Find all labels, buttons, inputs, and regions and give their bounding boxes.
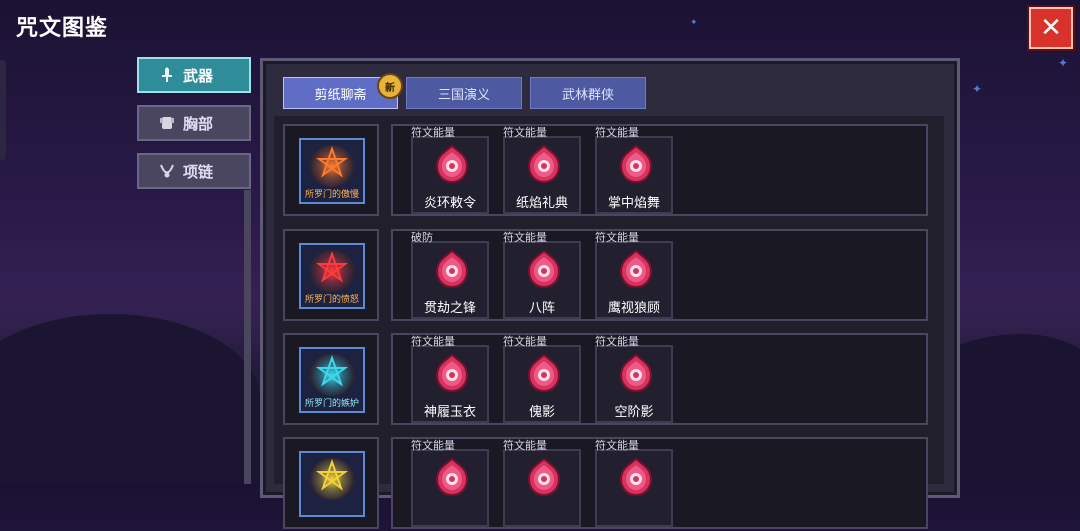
sigil-icon xyxy=(309,458,355,500)
rune-card[interactable]: 符文能量炎环敕令 xyxy=(411,126,489,214)
rune-card[interactable]: 符文能量傀影 xyxy=(503,335,581,423)
set-header[interactable]: 所罗门的嫉妒 xyxy=(283,333,379,425)
rune-type-label: 符文能量 xyxy=(503,439,547,452)
new-badge: 新 xyxy=(377,73,403,99)
rune-type-label: 符文能量 xyxy=(595,231,639,244)
rune-type-label: 符文能量 xyxy=(411,439,455,452)
set-emblem: 所罗门的傲慢 xyxy=(299,138,365,204)
subtab-three-kingdoms[interactable]: 三国演义 xyxy=(406,77,522,109)
rune-icon xyxy=(617,457,655,497)
pride-sigil-icon xyxy=(309,145,355,187)
rune-type-label: 符文能量 xyxy=(411,126,455,139)
piercing-edge-rune-icon xyxy=(433,249,471,289)
rune-name: 掌中焰舞 xyxy=(607,196,660,211)
rune-row: 所罗门的愤怒 破防 贯劫之锋 符文能量 八阵 符文能量 鹰视狼顾 xyxy=(283,225,928,323)
tab-weapon-label: 武器 xyxy=(183,66,214,85)
page-title: 咒文图鉴 xyxy=(16,16,109,41)
jade-robe-rune-icon xyxy=(433,353,471,393)
puppet-shadow-rune-icon xyxy=(525,353,563,393)
set-emblem: 所罗门的嫉妒 xyxy=(299,347,365,413)
rune-card[interactable]: 符文能量 xyxy=(411,439,489,527)
wrath-sigil-icon xyxy=(309,250,355,292)
tab-weapon[interactable]: 武器 xyxy=(137,57,251,93)
rune-type-label: 符文能量 xyxy=(411,335,455,348)
close-button[interactable]: ✕ xyxy=(1029,7,1073,49)
rune-card[interactable]: 破防贯劫之锋 xyxy=(411,231,489,319)
chest-armor-icon xyxy=(157,113,177,133)
rune-card[interactable]: 符文能量纸焰礼典 xyxy=(503,126,581,214)
void-step-rune-icon xyxy=(617,353,655,393)
tab-necklace-label: 项链 xyxy=(183,162,214,181)
rune-row: 所罗门的傲慢 符文能量 炎环敕令 符文能量 纸焰礼典 符文能量 掌中焰舞 xyxy=(283,120,928,218)
rune-card[interactable]: 符文能量 xyxy=(595,439,673,527)
set-emblem xyxy=(299,451,365,517)
rune-type-label: 符文能量 xyxy=(503,126,547,139)
rune-card-group: 破防 贯劫之锋 符文能量 八阵 符文能量 鹰视狼顾 xyxy=(391,229,928,321)
rune-card[interactable]: 符文能量空阶影 xyxy=(595,335,673,423)
tab-chest[interactable]: 胸部 xyxy=(137,105,251,141)
star-icon: ✦ xyxy=(690,18,698,28)
rune-name: 炎环敕令 xyxy=(423,196,476,211)
rune-type-label: 符文能量 xyxy=(503,231,547,244)
set-header[interactable]: 所罗门的傲慢 xyxy=(283,124,379,216)
hawk-gaze-rune-icon xyxy=(617,249,655,289)
rune-card[interactable]: 符文能量 xyxy=(503,439,581,527)
necklace-icon xyxy=(157,161,177,181)
set-name: 所罗门的愤怒 xyxy=(304,295,359,305)
rune-name: 八阵 xyxy=(528,301,555,316)
rune-name: 神履玉衣 xyxy=(423,405,476,420)
set-emblem: 所罗门的愤怒 xyxy=(299,243,365,309)
set-name: 所罗门的傲慢 xyxy=(304,190,359,200)
rune-type-label: 符文能量 xyxy=(595,335,639,348)
rune-name: 空阶影 xyxy=(614,405,654,420)
left-edge-handle xyxy=(0,60,6,160)
rune-type-label: 符文能量 xyxy=(595,126,639,139)
palm-flame-rune-icon xyxy=(617,144,655,184)
rune-icon xyxy=(525,457,563,497)
rune-name: 傀影 xyxy=(528,405,555,420)
envy-sigil-icon xyxy=(309,354,355,396)
rune-icon xyxy=(433,457,471,497)
rune-name: 纸焰礼典 xyxy=(515,196,568,211)
tab-chest-label: 胸部 xyxy=(183,114,214,133)
rune-card[interactable]: 符文能量掌中焰舞 xyxy=(595,126,673,214)
rune-card-group: 符文能量 炎环敕令 符文能量 纸焰礼典 符文能量 掌中焰舞 xyxy=(391,124,928,216)
set-name: 所罗门的嫉妒 xyxy=(304,399,359,409)
paper-flame-rune-icon xyxy=(525,144,563,184)
side-rail xyxy=(244,190,251,484)
rune-card[interactable]: 符文能量鹰视狼顾 xyxy=(595,231,673,319)
eight-formation-rune-icon xyxy=(525,249,563,289)
rune-type-label: 符文能量 xyxy=(503,335,547,348)
rune-type-label: 破防 xyxy=(411,231,433,244)
star-icon: ✦ xyxy=(1058,56,1069,70)
set-header[interactable]: 所罗门的愤怒 xyxy=(283,229,379,321)
rune-row: 所罗门的嫉妒 符文能量 神履玉衣 符文能量 傀影 符文能量 空阶影 xyxy=(283,329,928,427)
rune-name: 鹰视狼顾 xyxy=(607,301,660,316)
rune-type-label: 符文能量 xyxy=(595,439,639,452)
tab-necklace[interactable]: 项链 xyxy=(137,153,251,189)
flame-ring-rune-icon xyxy=(433,144,471,184)
rune-card[interactable]: 符文能量八阵 xyxy=(503,231,581,319)
rune-card-group: 符文能量 神履玉衣 符文能量 傀影 符文能量 空阶影 xyxy=(391,333,928,425)
rune-card[interactable]: 符文能量神履玉衣 xyxy=(411,335,489,423)
subtab-martial-heroes[interactable]: 武林群侠 xyxy=(530,77,646,109)
rune-name: 贯劫之锋 xyxy=(423,301,476,316)
star-icon: ✦ xyxy=(972,82,983,96)
rune-row: 符文能量 符文能量 符文能量 xyxy=(283,433,928,531)
rune-card-group: 符文能量 符文能量 符文能量 xyxy=(391,437,928,529)
set-header[interactable] xyxy=(283,437,379,529)
sword-icon xyxy=(157,65,177,85)
